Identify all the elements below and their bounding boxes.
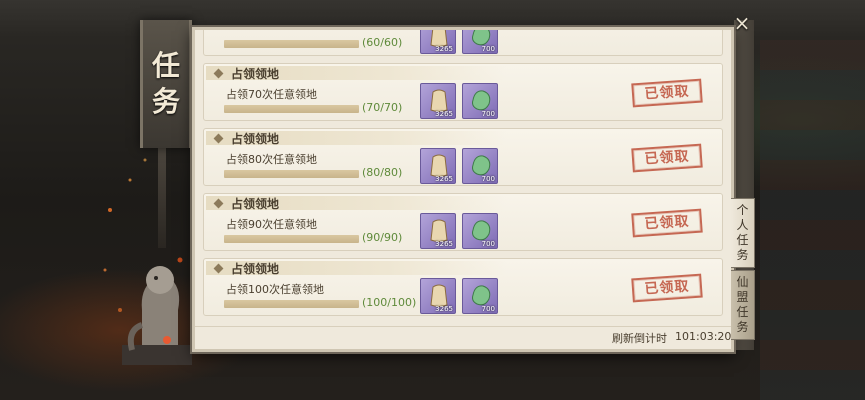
progress-text: (70/70) <box>362 101 403 114</box>
task-title: 占领领地 <box>231 196 280 211</box>
tab-char: 务 <box>736 248 749 262</box>
tab-char: 个 <box>736 203 749 217</box>
task-banner: 任 务 <box>140 20 192 148</box>
claimed-stamp: 已领取 <box>631 78 703 108</box>
progress-text: (100/100) <box>362 296 417 309</box>
reward-item[interactable]: 700 <box>462 83 498 119</box>
reward-count: 3265 <box>435 305 453 313</box>
task-title: 占领领地 <box>231 131 280 146</box>
task-card-header: 占领领地 <box>206 131 506 146</box>
claimed-stamp: 已领取 <box>631 273 703 303</box>
reward-count: 700 <box>481 110 495 118</box>
reward-item[interactable]: 700 <box>462 278 498 314</box>
progress-bar-fill <box>224 105 359 113</box>
reward-count: 700 <box>481 175 495 183</box>
close-button[interactable]: × <box>731 12 753 34</box>
reward-count: 700 <box>481 305 495 313</box>
banner-char: 务 <box>151 85 180 118</box>
reward-count: 3265 <box>435 175 453 183</box>
progress-bar-fill <box>224 300 359 308</box>
task-card: 占领领地 占领70次任意领地 (70/70) 3265 700 已领取 <box>203 63 723 121</box>
task-title: 占领领地 <box>231 66 280 81</box>
progress-text: (80/80) <box>362 166 403 179</box>
banner-char: 任 <box>151 49 180 82</box>
stone-lion-icon <box>122 266 192 365</box>
banner-pole <box>158 148 166 248</box>
reward-item[interactable]: 3265 <box>420 30 456 54</box>
task-panel: (60/60) 3265 700 占领领地 占领70次任意领地 (70/70) <box>192 27 734 352</box>
claimed-stamp: 已领取 <box>631 208 703 238</box>
tab-char: 仙 <box>736 275 749 289</box>
task-card: 占领领地 占领100次任意领地 (100/100) 3265 700 已领取 <box>203 258 723 316</box>
diamond-icon <box>213 68 224 78</box>
task-card-header: 占领领地 <box>206 261 506 276</box>
diamond-icon <box>213 133 224 143</box>
reward-item[interactable]: 3265 <box>420 148 456 184</box>
claimed-stamp: 已领取 <box>631 143 703 173</box>
progress-bar <box>224 105 359 113</box>
task-card: 占领领地 占领80次任意领地 (80/80) 3265 700 已领取 <box>203 128 723 186</box>
reward-count: 3265 <box>435 240 453 248</box>
reward-item[interactable]: 3265 <box>420 83 456 119</box>
reward-item[interactable]: 3265 <box>420 213 456 249</box>
tab-personal-tasks[interactable]: 个 人 任 务 <box>731 198 755 268</box>
task-card-header: 占领领地 <box>206 66 506 81</box>
reward-item[interactable]: 700 <box>462 30 498 54</box>
task-description: 占领70次任意领地 <box>226 88 317 101</box>
progress-bar-fill <box>224 170 359 178</box>
tab-char: 务 <box>736 320 749 334</box>
refresh-countdown-time: 101:03:20 <box>675 330 732 343</box>
tab-char: 任 <box>736 305 749 319</box>
background-map <box>760 40 865 400</box>
tab-char: 人 <box>736 218 749 232</box>
progress-text: (60/60) <box>362 36 403 49</box>
reward-count: 3265 <box>435 45 453 53</box>
task-list[interactable]: (60/60) 3265 700 占领领地 占领70次任意领地 (70/70) <box>195 30 731 322</box>
reward-count: 700 <box>481 240 495 248</box>
reward-item[interactable]: 3265 <box>420 278 456 314</box>
task-card: (60/60) 3265 700 <box>203 30 723 56</box>
progress-bar-fill <box>224 235 359 243</box>
task-card: 占领领地 占领90次任意领地 (90/90) 3265 700 已领取 <box>203 193 723 251</box>
progress-bar-fill <box>224 40 359 48</box>
diamond-icon <box>213 198 224 208</box>
task-description: 占领80次任意领地 <box>226 153 317 166</box>
progress-bar <box>224 170 359 178</box>
tab-alliance-tasks[interactable]: 仙 盟 任 务 <box>731 270 755 340</box>
reward-count: 3265 <box>435 110 453 118</box>
refresh-footer: 刷新倒计时 101:03:20 <box>195 326 732 349</box>
reward-item[interactable]: 700 <box>462 148 498 184</box>
progress-bar <box>224 235 359 243</box>
task-title: 占领领地 <box>231 261 280 276</box>
refresh-countdown-label: 刷新倒计时 <box>612 332 667 345</box>
reward-count: 700 <box>481 45 495 53</box>
task-description: 占领100次任意领地 <box>226 283 324 296</box>
task-description: 占领90次任意领地 <box>226 218 317 231</box>
diamond-icon <box>213 263 224 273</box>
reward-item[interactable]: 700 <box>462 213 498 249</box>
progress-text: (90/90) <box>362 231 403 244</box>
task-card-header: 占领领地 <box>206 196 506 211</box>
progress-bar <box>224 300 359 308</box>
tab-char: 任 <box>736 233 749 247</box>
tab-char: 盟 <box>736 290 749 304</box>
progress-bar <box>224 40 359 48</box>
